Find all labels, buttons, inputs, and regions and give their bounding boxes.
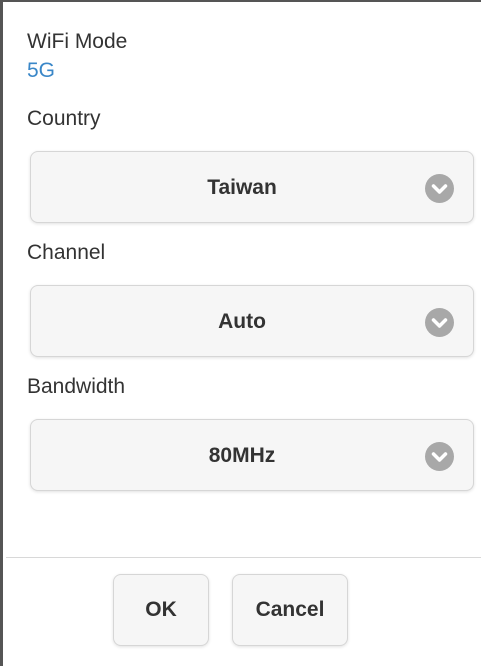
wifi-mode-value: 5G	[27, 59, 56, 82]
bandwidth-select-value: 80MHz	[208, 444, 276, 467]
channel-select-value: Auto	[218, 310, 266, 333]
ok-button[interactable]: OK	[113, 574, 209, 646]
country-select-value: Taiwan	[207, 176, 277, 199]
country-select[interactable]: Taiwan	[30, 151, 474, 223]
chevron-down-circle-icon	[425, 308, 454, 337]
channel-select[interactable]: Auto	[30, 285, 474, 357]
footer-divider	[6, 557, 481, 558]
bandwidth-select[interactable]: 80MHz	[30, 419, 474, 491]
bandwidth-label: Bandwidth	[27, 375, 126, 398]
wifi-settings-dialog: WiFi Mode 5G Country Taiwan Channel Auto…	[0, 0, 481, 666]
channel-label: Channel	[27, 241, 106, 264]
wifi-mode-label: WiFi Mode	[27, 30, 128, 53]
chevron-down-circle-icon	[425, 174, 454, 203]
chevron-down-circle-icon	[425, 442, 454, 471]
country-label: Country	[27, 107, 101, 130]
cancel-button[interactable]: Cancel	[232, 574, 348, 646]
